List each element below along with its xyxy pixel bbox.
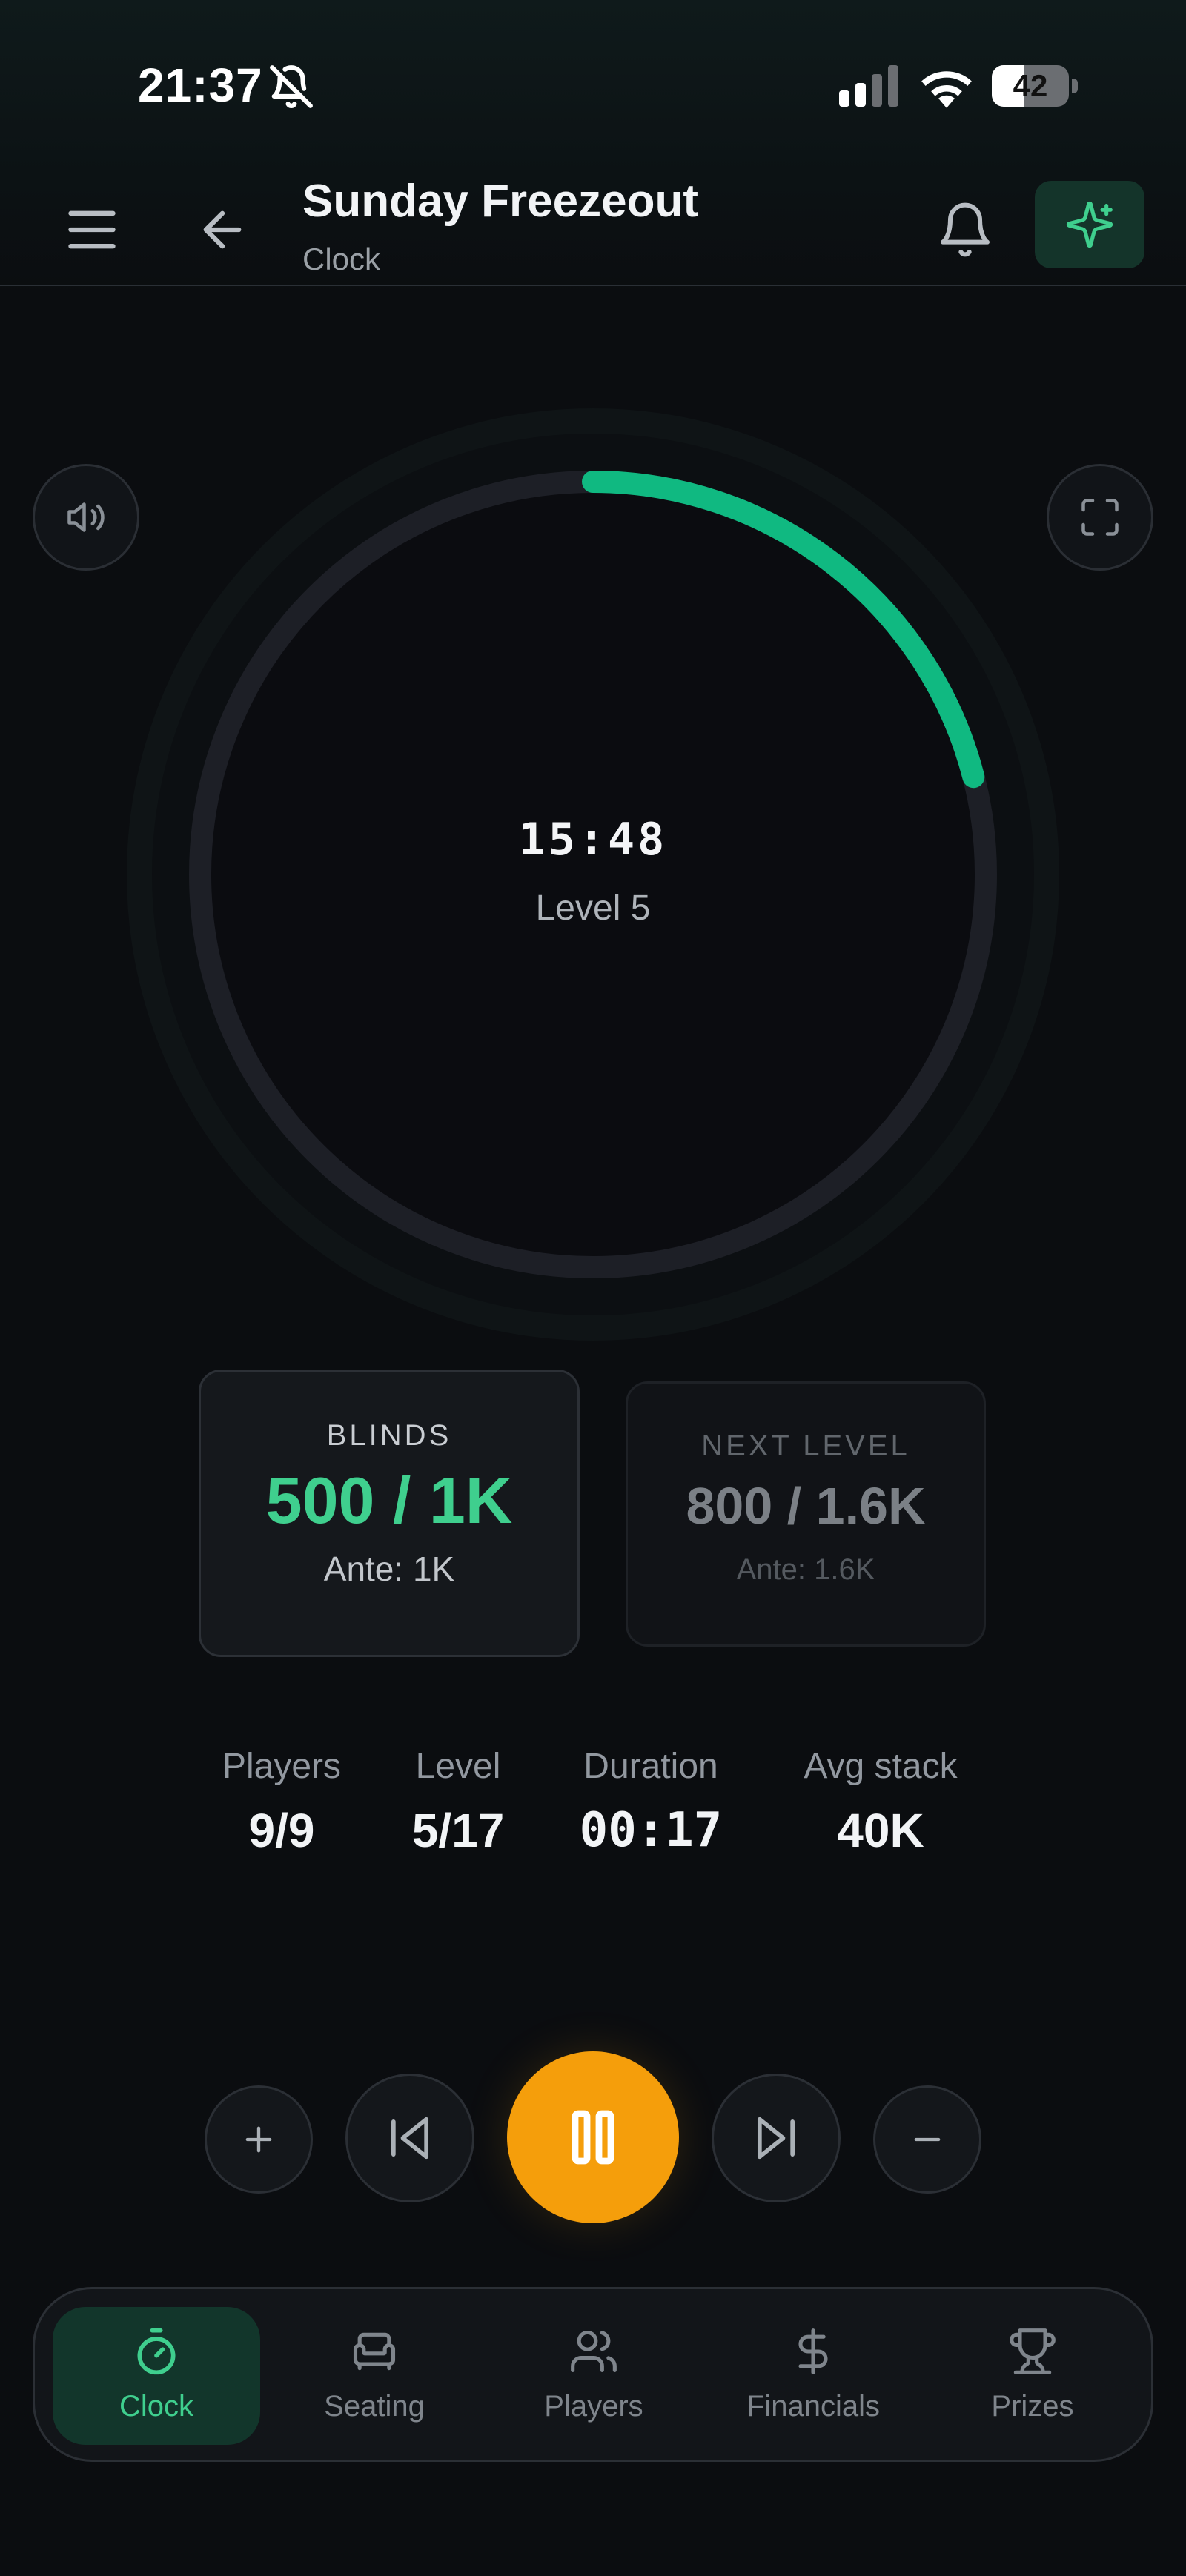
stat-label: Players (222, 1747, 342, 1786)
next-level-ante: Ante: 1.6K (736, 1553, 875, 1586)
armchair-icon (353, 2332, 396, 2371)
status-time: 21:37 (138, 59, 263, 112)
bottom-navigation: Clock Seating Players Financials Prizes (33, 2287, 1153, 2462)
menu-icon[interactable] (64, 202, 120, 258)
page-subtitle: Clock (302, 242, 381, 276)
nav-label: Clock (119, 2390, 194, 2423)
app-header: Sunday Freezeout Clock (0, 170, 1186, 286)
volume-icon (67, 502, 105, 532)
nav-label: Financials (746, 2390, 881, 2423)
nav-label: Players (544, 2390, 643, 2423)
stat-label: Duration (583, 1747, 718, 1786)
pause-icon (572, 2110, 614, 2165)
battery-icon: 42 (992, 65, 1078, 107)
clock-dial (111, 393, 1075, 1356)
dollar-icon (798, 2328, 828, 2374)
stat-value: 00:17 (579, 1803, 723, 1858)
stat-players: Players 9/9 (208, 1746, 356, 1858)
blinds-card: BLINDS 500 / 1K Ante: 1K (199, 1370, 580, 1657)
stat-label: Avg stack (804, 1747, 958, 1786)
wifi-icon (921, 71, 972, 108)
blinds-ante: Ante: 1K (323, 1550, 455, 1588)
stat-value: 40K (837, 1804, 924, 1857)
bell-icon[interactable] (935, 200, 995, 259)
next-level-card: NEXT LEVEL 800 / 1.6K Ante: 1.6K (626, 1381, 986, 1647)
stat-value: 9/9 (248, 1804, 315, 1857)
fullscreen-icon (1081, 499, 1119, 536)
clock-time: 15:48 (518, 814, 668, 866)
pause-button[interactable] (507, 2051, 679, 2223)
blinds-label: BLINDS (326, 1419, 452, 1452)
clock-level: Level 5 (535, 889, 651, 928)
add-time-button[interactable] (205, 2085, 313, 2194)
nav-item-clock[interactable]: Clock (53, 2307, 260, 2445)
users-icon (571, 2330, 617, 2373)
nav-item-financials[interactable]: Financials (709, 2307, 917, 2445)
clock-dial-graphic (127, 408, 1059, 1341)
plus-icon (245, 2126, 272, 2153)
remove-time-button[interactable] (873, 2085, 981, 2194)
next-level-label: NEXT LEVEL (701, 1430, 910, 1462)
nav-label: Prizes (991, 2390, 1074, 2423)
cellular-signal-icon (839, 65, 898, 107)
stat-level: Level 5/17 (397, 1746, 519, 1858)
nav-item-players[interactable]: Players (490, 2307, 698, 2445)
previous-level-button[interactable] (345, 2074, 474, 2202)
blinds-value: 500 / 1K (265, 1464, 513, 1537)
timer-icon (137, 2328, 176, 2375)
stat-avg-stack: Avg stack 40K (783, 1746, 978, 1858)
sparkles-icon (1066, 201, 1113, 248)
stat-value: 5/17 (411, 1804, 505, 1857)
nav-item-prizes[interactable]: Prizes (929, 2307, 1136, 2445)
next-level-value: 800 / 1.6K (686, 1477, 926, 1535)
page-title: Sunday Freezeout (302, 176, 698, 227)
battery-percentage: 42 (1013, 68, 1048, 103)
status-bar: 21:37 42 (0, 0, 1186, 170)
skip-back-icon (391, 2117, 429, 2160)
trophy-icon (1010, 2328, 1056, 2374)
bell-slash-icon (270, 65, 313, 108)
stat-label: Level (415, 1747, 501, 1786)
nav-item-seating[interactable]: Seating (271, 2307, 478, 2445)
sound-button[interactable] (33, 464, 139, 571)
stat-duration: Duration 00:17 (560, 1746, 741, 1858)
minus-icon (914, 2137, 941, 2142)
fullscreen-button[interactable] (1047, 464, 1153, 571)
ai-assistant-button[interactable] (1035, 181, 1144, 268)
back-arrow-icon[interactable] (194, 202, 251, 258)
nav-label: Seating (324, 2390, 425, 2423)
skip-forward-icon (757, 2117, 795, 2160)
next-level-button[interactable] (712, 2074, 841, 2202)
